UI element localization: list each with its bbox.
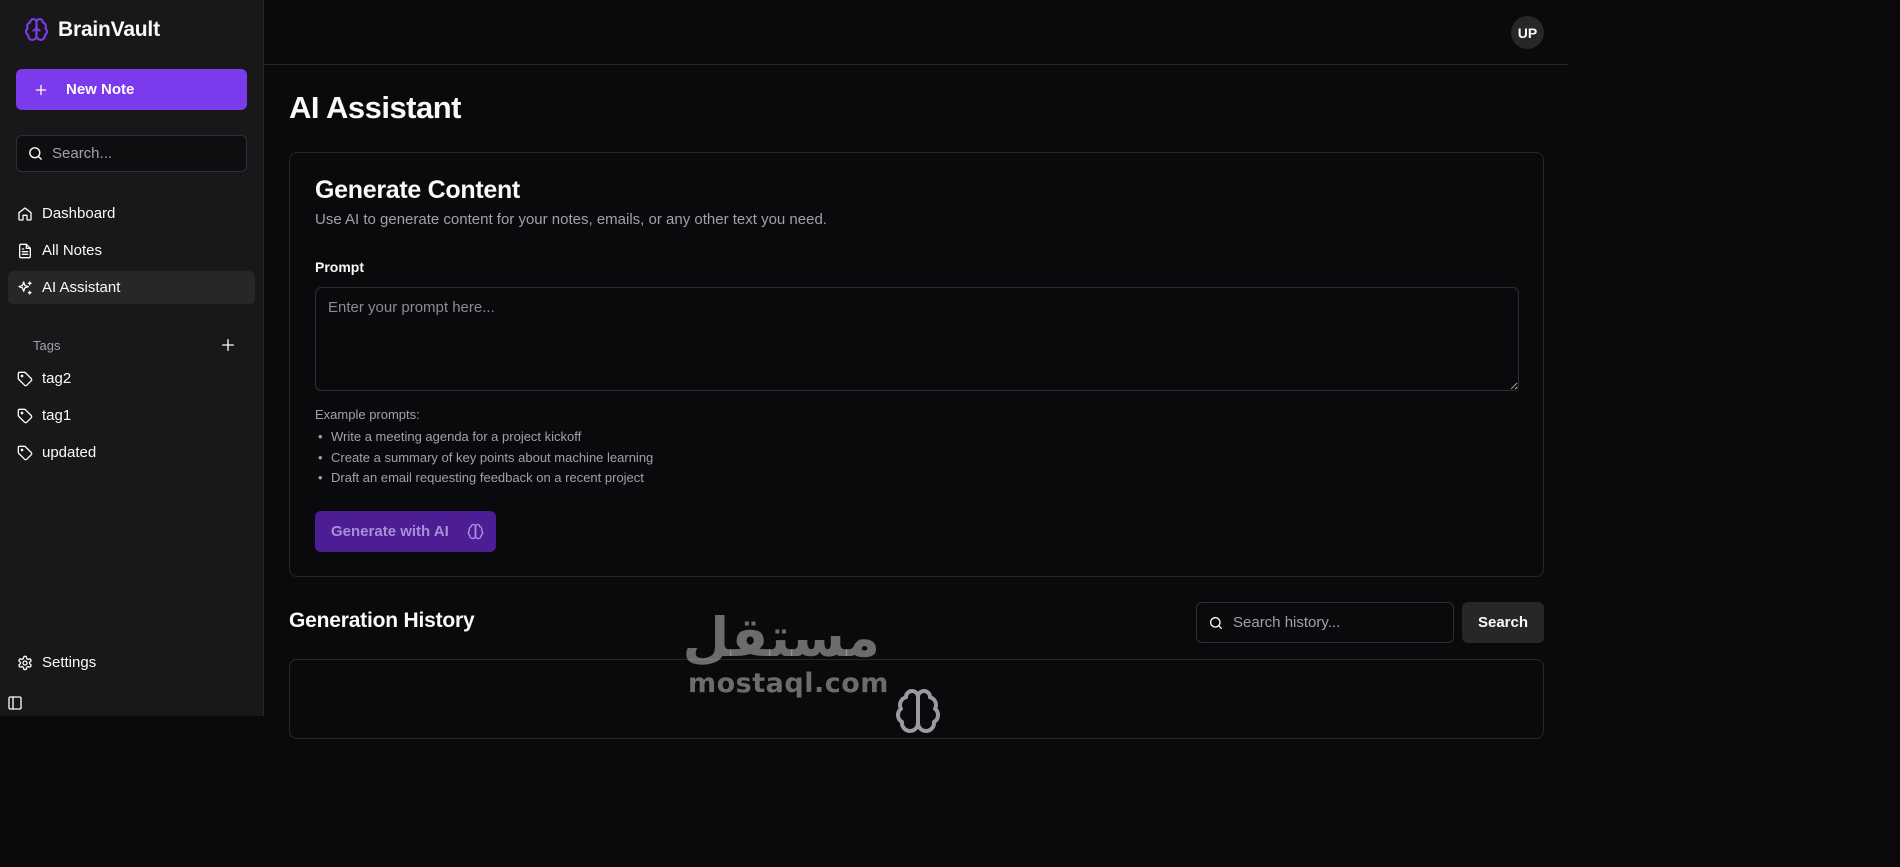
search-icon bbox=[1208, 615, 1224, 631]
card-description: Use AI to generate content for your note… bbox=[315, 211, 827, 228]
brand[interactable]: BrainVault bbox=[24, 17, 160, 42]
avatar[interactable]: UP bbox=[1511, 16, 1544, 49]
tag-icon bbox=[17, 408, 33, 424]
card-title: Generate Content bbox=[315, 176, 520, 204]
tags-heading: Tags bbox=[33, 338, 61, 353]
example-prompt: Create a summary of key points about mac… bbox=[315, 448, 653, 469]
example-prompts-heading: Example prompts: bbox=[315, 407, 420, 422]
brand-name: BrainVault bbox=[58, 17, 160, 41]
example-prompt: Write a meeting agenda for a project kic… bbox=[315, 427, 653, 448]
add-tag-icon[interactable] bbox=[220, 337, 236, 353]
home-icon bbox=[17, 206, 33, 222]
prompt-label: Prompt bbox=[315, 259, 364, 275]
sidebar-item-all-notes[interactable]: All Notes bbox=[8, 234, 255, 267]
sidebar: BrainVault New Note Dashboard All Notes … bbox=[0, 0, 264, 716]
new-note-button[interactable]: New Note bbox=[16, 69, 247, 110]
search-icon bbox=[27, 145, 44, 162]
sidebar-item-ai-assistant[interactable]: AI Assistant bbox=[8, 271, 255, 304]
generate-button-label: Generate with AI bbox=[331, 523, 449, 540]
example-prompts-list: Write a meeting agenda for a project kic… bbox=[315, 427, 653, 489]
gear-icon bbox=[17, 655, 33, 671]
tag-label: updated bbox=[42, 444, 97, 461]
brain-icon bbox=[894, 687, 942, 735]
tag-label: tag1 bbox=[42, 407, 72, 424]
sidebar-toggle-icon[interactable] bbox=[7, 695, 23, 711]
sidebar-tag-updated[interactable]: updated bbox=[8, 436, 255, 469]
sidebar-tag-tag1[interactable]: tag1 bbox=[8, 399, 255, 432]
sparkles-icon bbox=[17, 280, 33, 296]
sidebar-item-label: Settings bbox=[42, 654, 97, 671]
example-prompt: Draft an email requesting feedback on a … bbox=[315, 468, 653, 489]
brain-icon bbox=[467, 523, 484, 540]
sidebar-search-input[interactable] bbox=[52, 145, 232, 162]
prompt-textarea[interactable] bbox=[315, 287, 1519, 391]
tag-icon bbox=[17, 445, 33, 461]
sidebar-tag-tag2[interactable]: tag2 bbox=[8, 362, 255, 395]
sidebar-item-label: All Notes bbox=[42, 242, 103, 259]
sidebar-item-dashboard[interactable]: Dashboard bbox=[8, 197, 255, 230]
new-note-label: New Note bbox=[66, 81, 135, 98]
brain-logo-icon bbox=[24, 17, 49, 42]
plus-icon bbox=[34, 83, 48, 97]
generation-history-title: Generation History bbox=[289, 609, 475, 632]
file-text-icon bbox=[17, 243, 33, 259]
generate-with-ai-button[interactable]: Generate with AI bbox=[315, 511, 496, 552]
tag-icon bbox=[17, 371, 33, 387]
page-title: AI Assistant bbox=[289, 90, 462, 125]
history-list-card bbox=[289, 659, 1544, 739]
top-bar: UP bbox=[264, 0, 1568, 65]
tag-label: tag2 bbox=[42, 370, 72, 387]
history-search-input[interactable] bbox=[1233, 614, 1443, 631]
history-search bbox=[1196, 602, 1454, 643]
sidebar-search bbox=[16, 135, 247, 172]
sidebar-item-label: Dashboard bbox=[42, 205, 116, 222]
sidebar-item-label: AI Assistant bbox=[42, 279, 121, 296]
history-search-button[interactable]: Search bbox=[1462, 602, 1544, 643]
sidebar-item-settings[interactable]: Settings bbox=[8, 646, 255, 679]
generate-content-card: Generate Content Use AI to generate cont… bbox=[289, 152, 1544, 577]
